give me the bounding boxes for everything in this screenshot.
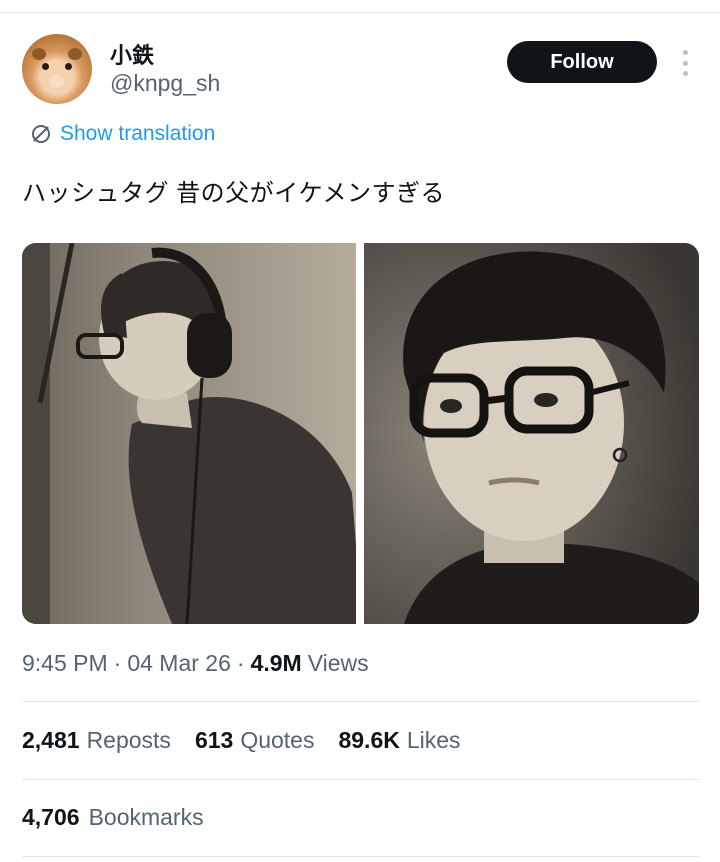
avatar-snout bbox=[49, 75, 65, 88]
follow-button[interactable]: Follow bbox=[507, 41, 657, 83]
top-divider bbox=[0, 12, 720, 13]
quotes-label: Quotes bbox=[240, 727, 315, 753]
engagement-stats: 2,481 Reposts 613 Quotes 89.6K Likes bbox=[22, 727, 485, 754]
show-translation-label[interactable]: Show translation bbox=[60, 122, 215, 146]
stats-divider-middle bbox=[22, 779, 699, 780]
show-translation-link[interactable]: Show translation bbox=[30, 120, 215, 148]
bookmarks-count: 4,706 bbox=[22, 804, 80, 830]
tweet-photo-1[interactable] bbox=[22, 243, 356, 624]
meta-separator: · bbox=[113, 650, 122, 676]
avatar-eye-right bbox=[65, 63, 72, 70]
avatar[interactable] bbox=[22, 34, 92, 104]
bookmarks-label: Bookmarks bbox=[88, 804, 204, 830]
photo-glasses-portrait-image bbox=[364, 243, 699, 624]
avatar-ear-left bbox=[32, 48, 46, 60]
views-count: 4.9M bbox=[250, 650, 302, 676]
quotes-count: 613 bbox=[194, 727, 234, 753]
stats-divider-top bbox=[22, 701, 699, 702]
user-handle[interactable]: @knpg_sh bbox=[110, 70, 220, 97]
likes-stat[interactable]: 89.6K Likes bbox=[338, 727, 460, 754]
views-label: Views bbox=[307, 650, 369, 676]
meta-separator: · bbox=[236, 650, 245, 676]
tweet-photo-2[interactable] bbox=[364, 243, 699, 624]
translate-icon bbox=[32, 125, 50, 143]
stats-divider-bottom bbox=[22, 856, 699, 857]
display-name[interactable]: 小鉄 bbox=[110, 38, 154, 70]
bookmarks-stat[interactable]: 4,706 Bookmarks bbox=[22, 804, 204, 831]
tweet-meta: 9:45 PM · 04 Mar 26 · 4.9M Views bbox=[22, 650, 369, 677]
reposts-count: 2,481 bbox=[22, 727, 80, 753]
more-vertical-icon[interactable] bbox=[678, 50, 692, 76]
tweet-date[interactable]: 04 Mar 26 bbox=[127, 650, 231, 677]
photo-headphones-profile-image bbox=[22, 243, 356, 624]
avatar-ear-right bbox=[68, 48, 82, 60]
quotes-stat[interactable]: 613 Quotes bbox=[195, 727, 315, 754]
tweet-text: ハッシュタグ 昔の父がイケメンすぎる bbox=[22, 180, 445, 207]
likes-label: Likes bbox=[406, 727, 461, 753]
likes-count: 89.6K bbox=[338, 727, 400, 753]
reposts-stat[interactable]: 2,481 Reposts bbox=[22, 727, 171, 754]
avatar-eye-left bbox=[42, 63, 49, 70]
tweet-time[interactable]: 9:45 PM bbox=[22, 650, 108, 677]
reposts-label: Reposts bbox=[86, 727, 171, 753]
